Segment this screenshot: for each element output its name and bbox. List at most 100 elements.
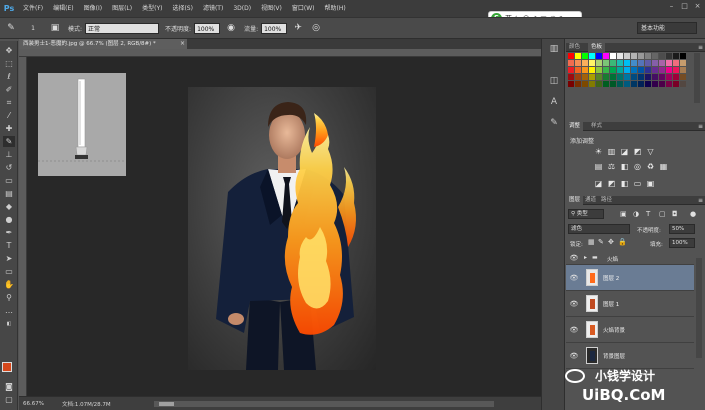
menu-filter[interactable]: 滤镜(T)	[198, 0, 228, 17]
brush-preset-picker[interactable]: 1	[22, 21, 44, 35]
color-swatch[interactable]	[582, 74, 588, 80]
color-swatch[interactable]	[575, 53, 581, 59]
color-swatch[interactable]	[610, 81, 616, 87]
gradient-map-icon[interactable]: ▭	[633, 179, 642, 188]
color-swatch[interactable]	[624, 53, 630, 59]
color-swatch[interactable]	[610, 67, 616, 73]
color-swatch[interactable]	[673, 53, 679, 59]
marquee-tool-icon[interactable]: ⬚	[3, 58, 15, 69]
threshold-icon[interactable]: ◧	[620, 179, 629, 188]
fill-field[interactable]: 100%	[669, 238, 695, 248]
screen-mode-icon[interactable]: ▢	[3, 394, 15, 405]
blur-tool-icon[interactable]: ◆	[3, 201, 15, 212]
flow-field[interactable]: 100%	[261, 22, 288, 34]
layer-row[interactable]: 👁 图层 1	[566, 291, 694, 317]
vibrance-icon[interactable]: ▽	[646, 147, 655, 156]
lock-position-icon[interactable]: ✥	[608, 238, 614, 246]
color-swatch[interactable]	[575, 81, 581, 87]
clone-stamp-tool-icon[interactable]: ⊥	[3, 149, 15, 160]
filter-type-icon[interactable]: T	[646, 210, 650, 218]
pen-tool-icon[interactable]: ✒	[3, 227, 15, 238]
opacity-field[interactable]: 100%	[194, 22, 221, 34]
layer-row[interactable]: 👁 背景图层	[566, 343, 694, 369]
crop-tool-icon[interactable]: ⌗	[3, 97, 15, 108]
document-tab[interactable]: 西装男士1-恶魔的.jpg @ 66.7% (图层 2, RGB/8#) *	[19, 39, 187, 49]
color-swatch[interactable]	[603, 60, 609, 66]
color-swatch[interactable]	[617, 60, 623, 66]
shape-tool-icon[interactable]: ▭	[3, 266, 15, 277]
brush-panel-icon[interactable]: ✎	[548, 117, 560, 129]
visibility-eye-icon[interactable]: 👁	[569, 299, 579, 309]
brightness-icon[interactable]: ☀	[594, 147, 603, 156]
menu-3d[interactable]: 3D(D)	[228, 0, 256, 17]
color-swatch[interactable]	[652, 81, 658, 87]
filter-pixel-icon[interactable]: ▣	[620, 210, 627, 218]
history-panel-icon[interactable]: ▥	[548, 43, 560, 55]
move-tool-icon[interactable]: ✥	[3, 45, 15, 56]
document-close-button[interactable]: ×	[180, 39, 188, 49]
color-swatch[interactable]	[680, 60, 686, 66]
color-swatch[interactable]	[589, 60, 595, 66]
color-swatch[interactable]	[582, 60, 588, 66]
invert-icon[interactable]: ◪	[594, 179, 603, 188]
color-swatch[interactable]	[680, 74, 686, 80]
color-swatch[interactable]	[680, 53, 686, 59]
menu-help[interactable]: 帮助(H)	[320, 0, 351, 17]
hue-saturation-icon[interactable]: ▤	[594, 162, 603, 171]
layers-scrollbar[interactable]	[696, 258, 702, 358]
color-swatch[interactable]	[568, 53, 574, 59]
color-swatch[interactable]	[645, 74, 651, 80]
group-expand-icon[interactable]: ▸	[584, 254, 587, 261]
healing-tool-icon[interactable]: ✚	[3, 123, 15, 134]
minimize-button[interactable]: –	[666, 2, 677, 11]
channel-mixer-icon[interactable]: ♻	[646, 162, 655, 171]
brush-tool-icon[interactable]: ✎	[4, 21, 18, 35]
color-swatch[interactable]	[624, 81, 630, 87]
color-swatch[interactable]	[624, 60, 630, 66]
color-swatch[interactable]	[666, 60, 672, 66]
color-balance-icon[interactable]: ⚖	[607, 162, 616, 171]
color-swatch[interactable]	[638, 60, 644, 66]
tab-paths[interactable]: 路径	[598, 196, 615, 205]
color-swatch[interactable]	[610, 53, 616, 59]
color-swatch[interactable]	[568, 60, 574, 66]
color-swatch[interactable]	[631, 81, 637, 87]
color-swatch[interactable]	[568, 74, 574, 80]
swatch-grid[interactable]	[568, 53, 688, 103]
swatch-scrollbar[interactable]	[694, 53, 700, 103]
black-white-icon[interactable]: ◧	[620, 162, 629, 171]
layer-filter-select[interactable]: ⚲ 类型	[568, 209, 604, 219]
color-swatch[interactable]	[596, 60, 602, 66]
color-swatch[interactable]	[603, 81, 609, 87]
color-swatch[interactable]	[659, 60, 665, 66]
color-swatch[interactable]	[673, 74, 679, 80]
tab-adjustments[interactable]: 调整	[566, 122, 584, 131]
history-brush-tool-icon[interactable]: ↺	[3, 162, 15, 173]
color-swatch[interactable]	[666, 74, 672, 80]
character-panel-icon[interactable]: A	[548, 96, 560, 108]
color-swatch[interactable]	[582, 67, 588, 73]
color-swatch[interactable]	[568, 81, 574, 87]
menu-layer[interactable]: 图层(L)	[107, 0, 137, 17]
color-swatch[interactable]	[673, 67, 679, 73]
color-swatch[interactable]	[652, 60, 658, 66]
color-swatch[interactable]	[652, 67, 658, 73]
color-swatch[interactable]	[680, 67, 686, 73]
dodge-tool-icon[interactable]: ●	[3, 214, 15, 225]
color-swatch[interactable]	[575, 60, 581, 66]
color-swatch[interactable]	[617, 53, 623, 59]
eyedropper-tool-icon[interactable]: ⁄	[3, 110, 15, 121]
color-swatch[interactable]	[596, 53, 602, 59]
tab-layers[interactable]: 图层	[566, 196, 584, 205]
color-swatch[interactable]	[596, 74, 602, 80]
filter-smart-icon[interactable]: ◘	[672, 210, 678, 218]
color-swatch[interactable]	[568, 67, 574, 73]
layer-row-group[interactable]: 👁 ▸ ▬ 火焰	[566, 251, 694, 265]
lasso-tool-icon[interactable]: ℓ	[3, 71, 15, 82]
color-swatch[interactable]	[596, 81, 602, 87]
quick-select-tool-icon[interactable]: ✐	[3, 84, 15, 95]
tab-swatches[interactable]: 色板	[588, 43, 606, 52]
color-swatch[interactable]	[617, 81, 623, 87]
color-swatch[interactable]	[645, 53, 651, 59]
levels-icon[interactable]: ▥	[607, 147, 616, 156]
